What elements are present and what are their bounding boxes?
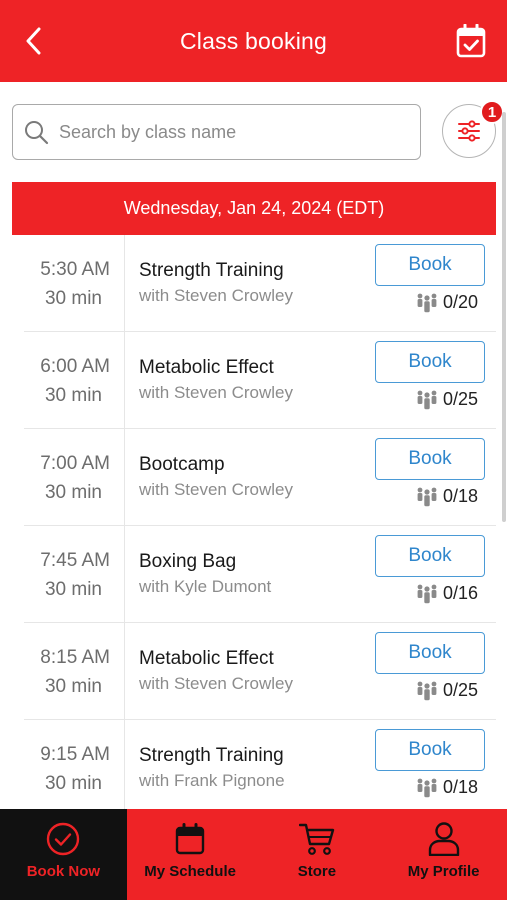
tab-my-profile[interactable]: My Profile bbox=[380, 809, 507, 900]
people-group-icon bbox=[417, 390, 437, 409]
capacity-count: 0/18 bbox=[443, 777, 479, 797]
person-icon bbox=[428, 822, 459, 856]
class-time: 5:30 AM bbox=[40, 259, 110, 280]
book-button[interactable]: Book bbox=[375, 341, 485, 383]
calendar-check-icon[interactable] bbox=[453, 22, 489, 60]
class-name: Metabolic Effect bbox=[139, 357, 274, 378]
people-group-icon bbox=[417, 778, 437, 797]
people-group-icon bbox=[417, 584, 437, 603]
check-circle-icon bbox=[47, 822, 80, 856]
class-instructor: with Kyle Dumont bbox=[139, 577, 272, 596]
book-button[interactable]: Book bbox=[375, 729, 485, 771]
class-time: 7:00 AM bbox=[40, 453, 110, 474]
capacity: 0/16 bbox=[416, 583, 478, 604]
class-instructor: with Steven Crowley bbox=[139, 674, 294, 693]
tab-label: My Profile bbox=[407, 863, 480, 880]
sliders-icon bbox=[458, 120, 480, 142]
people-group-icon bbox=[417, 681, 437, 700]
class-row: 7:00 AM 30 min Bootcamp with Steven Crow… bbox=[24, 429, 496, 526]
app-header: Class booking bbox=[0, 0, 507, 82]
class-row: 8:15 AM 30 min Metabolic Effect with Ste… bbox=[24, 623, 496, 720]
filter-button[interactable]: 1 bbox=[442, 100, 504, 158]
time-column: 7:45 AM 30 min bbox=[24, 526, 125, 622]
book-button[interactable]: Book bbox=[375, 438, 485, 480]
class-duration: 30 min bbox=[44, 773, 102, 794]
class-instructor: with Steven Crowley bbox=[139, 286, 294, 305]
class-duration: 30 min bbox=[44, 676, 102, 697]
capacity-count: 0/18 bbox=[443, 486, 479, 506]
time-column: 9:15 AM 30 min bbox=[24, 720, 125, 816]
time-column: 7:00 AM 30 min bbox=[24, 429, 125, 525]
capacity: 0/18 bbox=[416, 777, 478, 798]
capacity-count: 0/16 bbox=[443, 583, 479, 603]
calendar-icon bbox=[175, 823, 205, 855]
class-name: Strength Training bbox=[139, 260, 284, 281]
tab-my-schedule[interactable]: My Schedule bbox=[126, 809, 254, 900]
class-instructor: with Steven Crowley bbox=[139, 383, 294, 402]
bottom-tab-bar: Book Now My Schedule Store My Profile bbox=[0, 809, 507, 900]
book-button[interactable]: Book bbox=[375, 244, 485, 286]
capacity-count: 0/20 bbox=[443, 292, 479, 312]
people-group-icon bbox=[417, 293, 437, 312]
tab-label: Book Now bbox=[26, 863, 101, 880]
class-time: 9:15 AM bbox=[40, 744, 110, 765]
cart-icon bbox=[298, 823, 335, 855]
class-duration: 30 min bbox=[44, 482, 102, 503]
scrollbar[interactable] bbox=[502, 112, 506, 522]
class-name: Strength Training bbox=[139, 745, 284, 766]
class-time: 7:45 AM bbox=[40, 550, 110, 571]
tab-store[interactable]: Store bbox=[253, 809, 381, 900]
capacity: 0/18 bbox=[416, 486, 478, 507]
class-time: 6:00 AM bbox=[40, 356, 110, 377]
page-title: Class booking bbox=[179, 27, 328, 54]
class-name: Bootcamp bbox=[139, 454, 225, 475]
class-duration: 30 min bbox=[44, 385, 102, 406]
class-name: Metabolic Effect bbox=[139, 648, 274, 669]
people-group-icon bbox=[417, 487, 437, 506]
capacity-count: 0/25 bbox=[443, 680, 479, 700]
search-box bbox=[12, 104, 421, 160]
filter-count-badge: 1 bbox=[480, 100, 504, 124]
class-time: 8:15 AM bbox=[40, 647, 110, 668]
class-row: 7:45 AM 30 min Boxing Bag with Kyle Dumo… bbox=[24, 526, 496, 623]
time-column: 8:15 AM 30 min bbox=[24, 623, 125, 719]
book-button[interactable]: Book bbox=[375, 535, 485, 577]
capacity-count: 0/25 bbox=[443, 389, 479, 409]
capacity: 0/25 bbox=[416, 389, 478, 410]
class-duration: 30 min bbox=[44, 579, 102, 600]
tab-label: My Schedule bbox=[144, 863, 236, 880]
class-instructor: with Steven Crowley bbox=[139, 480, 294, 499]
date-header: Wednesday, Jan 24, 2024 (EDT) bbox=[12, 182, 496, 235]
class-duration: 30 min bbox=[44, 288, 102, 309]
time-column: 6:00 AM 30 min bbox=[24, 332, 125, 428]
capacity: 0/20 bbox=[416, 292, 478, 313]
class-list: 5:30 AM 30 min Strength Training with St… bbox=[24, 235, 496, 817]
book-button[interactable]: Book bbox=[375, 632, 485, 674]
class-name: Boxing Bag bbox=[139, 551, 237, 572]
class-row: 6:00 AM 30 min Metabolic Effect with Ste… bbox=[24, 332, 496, 429]
capacity: 0/25 bbox=[416, 680, 478, 701]
class-instructor: with Frank Pignone bbox=[139, 771, 285, 790]
back-chevron-icon[interactable] bbox=[18, 24, 48, 58]
search-icon bbox=[25, 121, 49, 145]
time-column: 5:30 AM 30 min bbox=[24, 235, 125, 331]
tab-label: Store bbox=[297, 863, 337, 880]
tab-book-now[interactable]: Book Now bbox=[0, 809, 127, 900]
class-row: 5:30 AM 30 min Strength Training with St… bbox=[24, 235, 496, 332]
class-row: 9:15 AM 30 min Strength Training with Fr… bbox=[24, 720, 496, 817]
search-input[interactable] bbox=[59, 121, 399, 143]
